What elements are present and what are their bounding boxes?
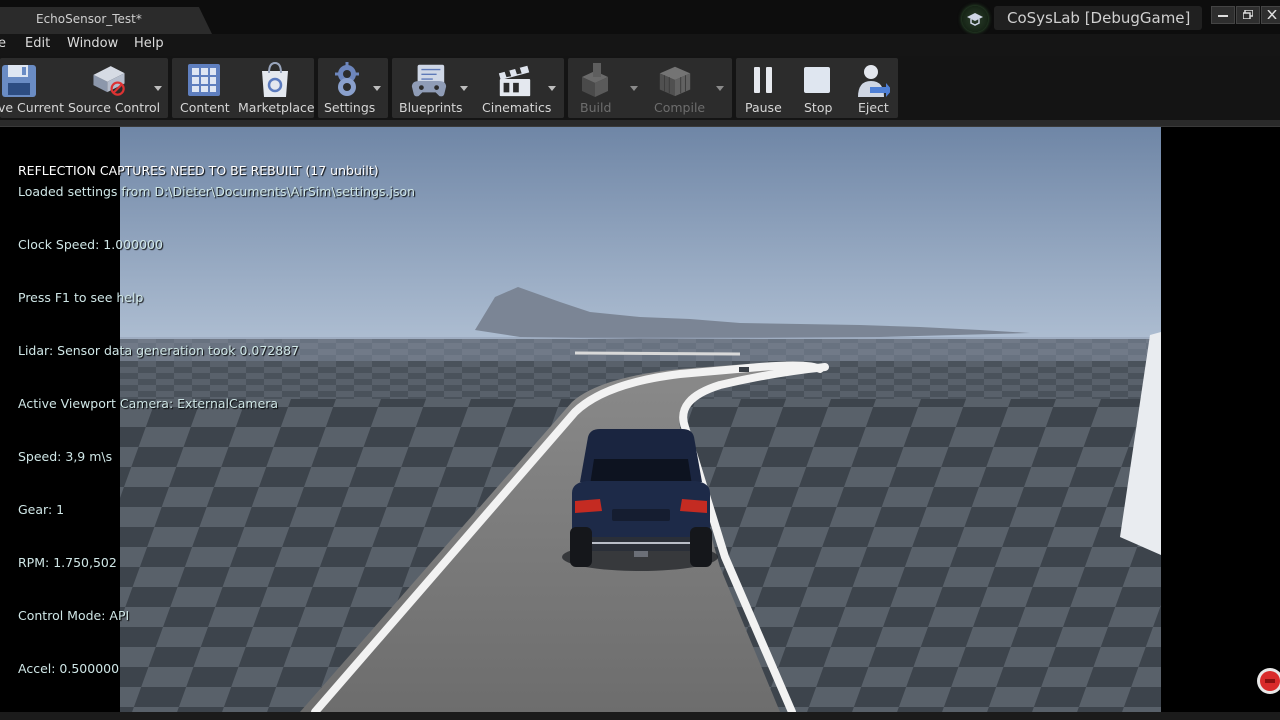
close-button[interactable]: [1261, 6, 1280, 24]
source-control-label: Source Control: [68, 100, 161, 115]
blueprints-button[interactable]: Blueprints: [392, 58, 476, 118]
marketplace-label: Marketplace: [238, 100, 315, 115]
marketplace-button[interactable]: Marketplace: [236, 58, 315, 118]
pause-label: Pause: [745, 100, 782, 115]
source-control-status-icon[interactable]: [962, 6, 988, 32]
main-toolbar: ve Current Source Control Content Market…: [0, 56, 1280, 120]
stop-icon: [804, 67, 830, 93]
build-icon: [582, 63, 608, 97]
restore-icon: [1243, 10, 1253, 19]
camera-message: Active Viewport Camera: ExternalCamera: [18, 396, 279, 411]
restore-button[interactable]: [1236, 6, 1260, 24]
toolbar-group-blueprints: Blueprints Cinematics: [392, 58, 564, 118]
eject-button[interactable]: Eject: [848, 58, 896, 118]
chevron-down-icon[interactable]: [373, 86, 381, 91]
record-icon[interactable]: [1256, 667, 1280, 695]
project-label-text: CoSysLab [DebugGame]: [1007, 9, 1191, 27]
marketplace-icon: [262, 61, 288, 97]
settings-message: Loaded settings from D:\Dieter\Documents…: [18, 184, 416, 199]
close-icon: [1266, 10, 1277, 19]
level-viewport[interactable]: REFLECTION CAPTURES NEED TO BE REBUILT (…: [0, 127, 1280, 712]
stop-button[interactable]: Stop: [796, 58, 840, 118]
settings-icon: [335, 62, 359, 96]
control-mode: Control Mode: API: [18, 608, 130, 623]
menu-edit[interactable]: Edit: [25, 36, 50, 51]
menu-window[interactable]: Window: [67, 36, 118, 51]
chevron-down-icon[interactable]: [548, 86, 556, 91]
eject-icon: [858, 65, 890, 97]
minimize-button[interactable]: [1211, 6, 1235, 24]
save-icon: [2, 65, 36, 97]
chevron-down-icon[interactable]: [716, 86, 724, 91]
toolbar-group-file: ve Current Source Control: [0, 58, 168, 118]
stop-label: Stop: [804, 100, 833, 115]
source-control-button[interactable]: Source Control: [66, 58, 166, 118]
toolbar-divider: [0, 120, 1280, 127]
chevron-down-icon[interactable]: [630, 86, 638, 91]
compile-button[interactable]: Compile: [648, 58, 732, 118]
project-label: CoSysLab [DebugGame]: [994, 6, 1202, 30]
build-label: Build: [580, 100, 612, 115]
menu-bar: e Edit Window Help: [0, 34, 1280, 56]
cinematics-label: Cinematics: [482, 100, 552, 115]
toolbar-group-settings: Settings: [318, 58, 388, 118]
blueprints-label: Blueprints: [399, 100, 463, 115]
document-tab-title: EchoSensor_Test*: [36, 12, 142, 26]
eject-label: Eject: [858, 100, 889, 115]
settings-button[interactable]: Settings: [318, 58, 386, 118]
sky: [120, 127, 1161, 343]
toolbar-group-content: Content Marketplace: [172, 58, 315, 118]
compile-label: Compile: [654, 100, 706, 115]
source-control-icon: [93, 66, 125, 96]
lidar-message: Lidar: Sensor data generation took 0.072…: [18, 343, 300, 358]
help-hint: Press F1 to see help: [18, 290, 144, 305]
menu-file[interactable]: e: [0, 36, 6, 51]
save-current-label: ve Current: [0, 100, 65, 115]
settings-label: Settings: [324, 100, 376, 115]
reflection-warning: REFLECTION CAPTURES NEED TO BE REBUILT (…: [18, 163, 379, 178]
toolbar-group-build: Build Compile: [568, 58, 732, 118]
content-label: Content: [180, 100, 230, 115]
build-button[interactable]: Build: [568, 58, 644, 118]
chevron-down-icon[interactable]: [460, 86, 468, 91]
bottom-strip: [0, 712, 1280, 720]
content-button[interactable]: Content: [176, 58, 232, 118]
document-tab[interactable]: EchoSensor_Test*: [0, 7, 212, 34]
rpm-readout: RPM: 1.750,502: [18, 555, 117, 570]
pause-icon: [754, 67, 772, 93]
save-current-button[interactable]: ve Current: [0, 58, 64, 118]
chevron-down-icon[interactable]: [154, 86, 162, 91]
speed-readout: Speed: 3,9 m\s: [18, 449, 113, 464]
menu-help[interactable]: Help: [134, 36, 164, 51]
minimize-icon: [1218, 15, 1228, 17]
scene-render[interactable]: [120, 127, 1161, 712]
gear-readout: Gear: 1: [18, 502, 65, 517]
blueprints-icon: [411, 64, 447, 97]
compile-icon: [659, 66, 691, 97]
clock-speed: Clock Speed: 1.000000: [18, 237, 163, 252]
title-bar: EchoSensor_Test* CoSysLab [DebugGame]: [0, 0, 1280, 34]
content-icon: [188, 64, 220, 96]
cinematics-button[interactable]: Cinematics: [480, 58, 564, 118]
accel-readout: Accel: 0.500000: [18, 661, 120, 676]
toolbar-group-play: Pause Stop Eject: [736, 58, 898, 118]
pause-button[interactable]: Pause: [740, 58, 786, 118]
cinematics-icon: [498, 65, 531, 97]
